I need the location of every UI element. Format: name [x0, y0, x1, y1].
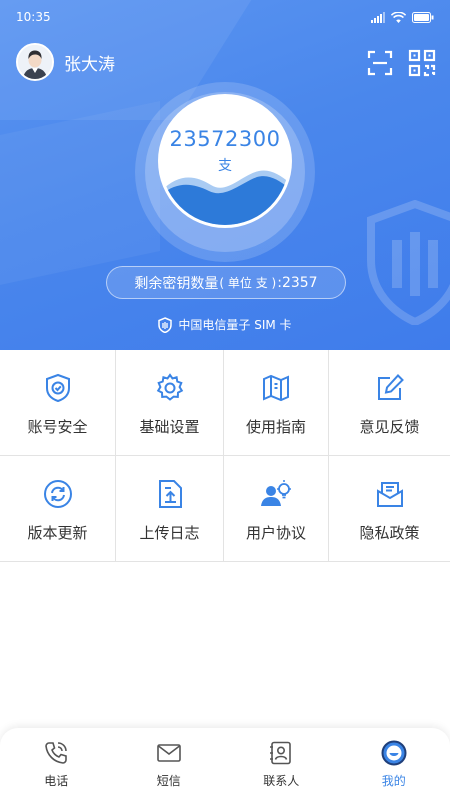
nav-item-messages[interactable]: 短信	[119, 740, 219, 789]
scan-button[interactable]	[366, 49, 394, 77]
avatar-image	[18, 45, 52, 79]
edit-icon	[377, 374, 404, 400]
menu-item-version-update[interactable]: 版本更新	[0, 456, 116, 562]
nav-item-label: 联系人	[263, 773, 300, 788]
shield-watermark-icon	[367, 200, 450, 325]
map-icon	[263, 374, 289, 402]
remaining-keys-label: 剩余密钥数量	[134, 275, 219, 292]
sim-card-label: 中国电信量子 SIM 卡	[0, 316, 450, 333]
nav-item-label: 我的	[381, 773, 406, 788]
remaining-keys-value: 2357	[281, 274, 318, 291]
nav-item-profile[interactable]: 我的	[344, 740, 444, 789]
menu-item-user-guide[interactable]: 使用指南	[224, 350, 329, 456]
mail-icon	[376, 482, 403, 507]
status-bar: 10:35	[0, 0, 450, 34]
wifi-icon	[391, 11, 406, 23]
bottom-nav: 电话 短信 联系人 我的	[0, 728, 450, 800]
nav-item-label: 短信	[156, 773, 181, 788]
header-decoration-2	[0, 100, 160, 286]
header: 10:35 张大涛 23572300 支 剩余密钥数量 (单位 支): 2…	[0, 0, 450, 350]
menu-item-label: 意见反馈	[359, 418, 420, 436]
menu-item-account-security[interactable]: 账号安全	[0, 350, 116, 456]
status-time: 10:35	[16, 10, 51, 24]
nav-item-contacts[interactable]: 联系人	[231, 740, 331, 789]
upload-file-icon	[158, 480, 182, 508]
sim-card-text: 中国电信量子 SIM 卡	[178, 318, 292, 332]
avatar[interactable]	[16, 43, 54, 81]
profile-icon	[381, 740, 407, 765]
phone-icon	[45, 741, 68, 764]
scan-icon	[367, 50, 393, 76]
menu-item-privacy-policy[interactable]: 隐私政策	[329, 456, 450, 562]
username: 张大涛	[64, 54, 115, 75]
qr-code-icon	[408, 49, 436, 77]
status-icons	[371, 11, 434, 23]
menu-item-label: 使用指南	[245, 418, 306, 436]
nav-item-phone[interactable]: 电话	[6, 740, 106, 789]
key-count-circle: 23572300 支	[158, 94, 292, 228]
signal-icon	[371, 11, 385, 23]
contacts-icon	[270, 741, 292, 764]
qr-code-button[interactable]	[408, 49, 436, 77]
menu-item-basic-settings[interactable]: 基础设置	[116, 350, 224, 456]
menu-item-label: 版本更新	[27, 524, 88, 542]
remaining-keys-unit: ( 单位 支 )	[219, 276, 277, 290]
menu-item-feedback[interactable]: 意见反馈	[329, 350, 450, 456]
battery-icon	[412, 11, 434, 23]
profile[interactable]: 张大涛	[16, 43, 115, 81]
menu-grid: 账号安全 基础设置 使用指南 意见反馈 版本更新 上传日志 用户协议 隐私政策	[0, 350, 450, 562]
shield-check-icon	[45, 373, 70, 403]
menu-item-user-agreement[interactable]: 用户协议	[224, 456, 329, 562]
shield-icon	[158, 316, 173, 333]
remaining-keys-pill: 剩余密钥数量 ( 单位 支 ) : 2357	[106, 266, 346, 299]
total-key-count: 23572300	[169, 127, 281, 151]
refresh-icon	[43, 480, 72, 508]
message-icon	[156, 743, 181, 762]
menu-item-label: 账号安全	[27, 418, 88, 436]
nav-item-label: 电话	[44, 773, 69, 788]
menu-item-label: 用户协议	[245, 524, 306, 542]
menu-item-label: 上传日志	[139, 524, 200, 542]
menu-item-upload-log[interactable]: 上传日志	[116, 456, 224, 562]
user-bulb-icon	[261, 480, 291, 506]
menu-item-label: 基础设置	[139, 418, 200, 436]
wave-graphic	[161, 170, 289, 225]
menu-item-label: 隐私政策	[359, 524, 420, 542]
gear-icon	[156, 373, 183, 401]
